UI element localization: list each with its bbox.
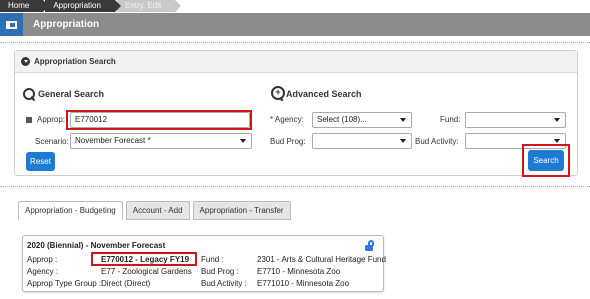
card-bud-prog-value: E7710 - Minnesota Zoo [257,267,341,276]
page-header: Appropriation [0,13,590,36]
approp-highlight [66,110,252,130]
card-heading: 2020 (Biennial) - November Forecast [27,241,166,250]
search-highlight [522,144,570,177]
breadcrumb-entry-edit[interactable]: Entry, Edit [116,0,182,12]
reset-button[interactable]: Reset [26,152,55,171]
scenario-select[interactable]: November Forecast * [70,133,252,149]
card-fund-label: Fund : [201,255,224,264]
card-bud-activity-label: Bud Activity : [201,279,247,288]
approp-required-marker [26,117,32,123]
scenario-label: Scenario: [35,137,69,146]
card-approp-highlight [91,252,197,266]
approp-label: Approp: [37,115,66,124]
panel-header[interactable]: Appropriation Search [15,51,577,73]
general-search-title: General Search [38,89,105,99]
card-bud-prog-label: Bud Prog : [201,267,239,276]
tab-account-add[interactable]: Account - Add [125,201,190,220]
breadcrumb-home[interactable]: Home [0,0,50,12]
panel-title: Appropriation Search [34,57,116,66]
advanced-search-heading: Advanced Search [271,86,362,100]
collapse-chevron-icon[interactable] [21,57,30,66]
fund-label: Fund: [440,115,461,124]
card-type-group-value: Direct (Direct) [101,279,151,288]
page-title: Appropriation [33,19,100,30]
card-fund-value: 2301 - Arts & Cultural Heritage Fund [257,255,386,264]
bud-prog-select[interactable] [312,133,412,149]
advanced-search-title: Advanced Search [286,89,362,99]
agency-label: * Agency: [270,115,304,124]
appropriation-search-panel: Appropriation Search General Search Appr… [14,50,578,177]
general-search-heading: General Search [23,88,104,100]
appropriation-card[interactable]: 2020 (Biennial) - November Forecast Appr… [22,235,386,292]
search-icon [23,88,35,100]
card-bud-activity-value: E771010 - Minnesota Zoo [257,279,350,288]
divider [0,186,590,187]
bud-activity-label: Bud Activity: [415,137,459,146]
divider [0,42,590,43]
unlock-icon[interactable] [365,240,375,251]
card-approp-label: Approp : [27,255,58,264]
breadcrumb: Home Appropriation Entry, Edit [0,0,590,12]
card-agency-value: E77 - Zoological Gardens [101,267,192,276]
card-type-group-label: Approp Type Group : [27,279,102,288]
tab-bar: Appropriation - Budgeting Account - Add … [18,201,294,220]
bud-prog-label: Bud Prog: [270,137,306,146]
agency-select[interactable]: Select (108)... [312,112,412,128]
zoom-in-icon [271,86,285,100]
tab-appropriation-transfer[interactable]: Appropriation - Transfer [192,201,291,220]
breadcrumb-appropriation[interactable]: Appropriation [45,0,121,12]
tab-appropriation-budgeting[interactable]: Appropriation - Budgeting [18,201,123,220]
fund-select[interactable] [465,112,566,128]
card-agency-label: Agency : [27,267,59,276]
appropriation-icon [0,13,23,36]
